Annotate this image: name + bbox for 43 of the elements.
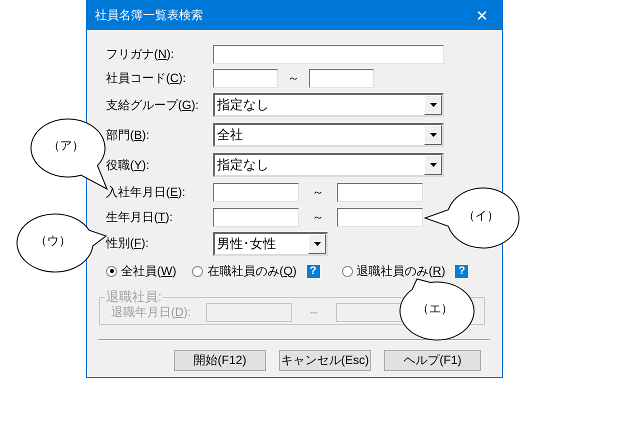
callout-label: （イ） xyxy=(463,208,499,224)
dropdown[interactable]: 男性･女性 xyxy=(213,232,328,256)
dropdown[interactable]: 全社 xyxy=(213,123,444,147)
field-label: 退職年月日(D): xyxy=(111,304,192,321)
callout-label: （ウ） xyxy=(35,232,71,250)
caret-icon xyxy=(430,103,436,107)
start-button[interactable]: 開始(F12) xyxy=(174,350,266,371)
field-label: 支給グループ(G): xyxy=(106,96,200,114)
range-separator: ～ xyxy=(311,184,325,201)
help-icon[interactable]: ? xyxy=(306,264,320,278)
input-field[interactable] xyxy=(213,44,444,64)
range-separator: ～ xyxy=(286,70,300,86)
input-field[interactable] xyxy=(213,208,299,227)
caret-icon xyxy=(430,133,436,137)
field-label: 役職(Y): xyxy=(106,156,150,174)
input-field[interactable] xyxy=(213,183,299,202)
radio-option[interactable]: 在職社員のみ(Q) xyxy=(192,262,297,280)
dropdown[interactable]: 指定なし xyxy=(213,153,444,177)
radio-option[interactable]: 退職社員のみ(R) xyxy=(342,262,446,280)
field-label: 社員コード(C): xyxy=(106,70,188,86)
close-button[interactable]: ✕ xyxy=(472,6,492,24)
help-button[interactable]: ヘルプ(F1) xyxy=(384,350,481,371)
caret-icon xyxy=(314,242,320,246)
field-label: 生年月日(T): xyxy=(106,209,174,226)
input-field[interactable] xyxy=(337,208,423,227)
field-label: 部門(B): xyxy=(106,126,150,144)
window-title: 社員名簿一覧表検索 xyxy=(95,7,203,24)
input-field[interactable] xyxy=(213,68,278,88)
dropdown[interactable]: 指定なし xyxy=(213,93,444,117)
group-title: 退職社員: xyxy=(105,288,163,306)
cancel-button[interactable]: キャンセル(Esc) xyxy=(279,350,371,371)
field-label: 性別(F): xyxy=(106,235,150,252)
input-field[interactable] xyxy=(337,183,423,202)
callout-label: （ア） xyxy=(48,138,84,154)
range-separator: ～ xyxy=(311,209,325,226)
radio-option[interactable]: 全社員(W) xyxy=(106,262,176,280)
caret-icon xyxy=(430,163,436,167)
callout-label: （エ） xyxy=(417,300,453,318)
input-field[interactable] xyxy=(309,68,374,88)
help-icon[interactable]: ? xyxy=(455,264,468,278)
field-label: 入社年月日(E): xyxy=(106,184,186,201)
field-label: フリガナ(N): xyxy=(106,46,176,62)
range-separator: ～ xyxy=(307,304,321,321)
